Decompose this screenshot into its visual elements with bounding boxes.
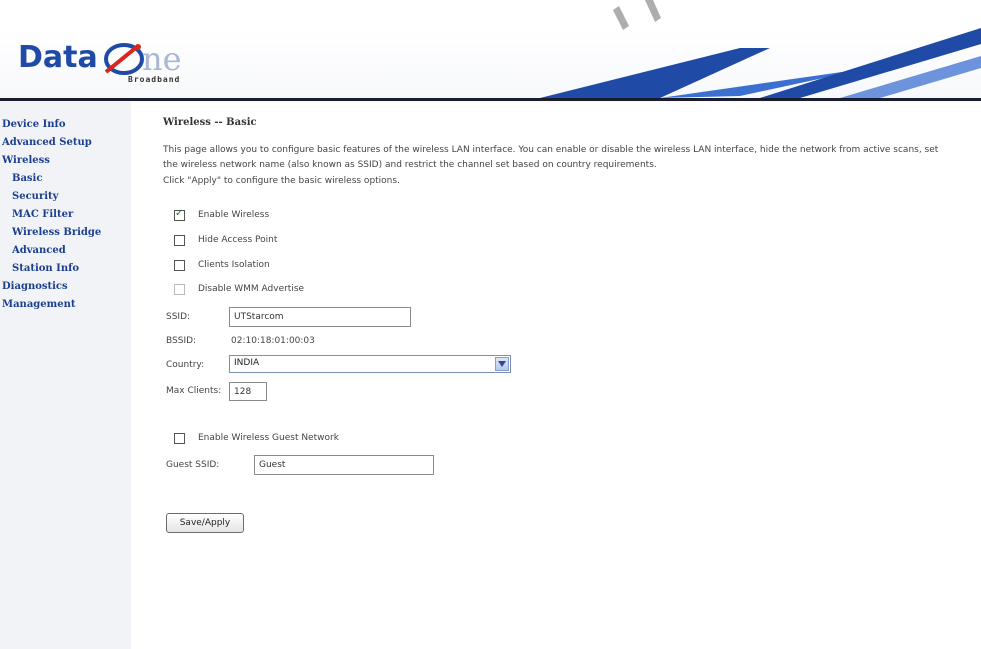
- save-apply-button[interactable]: Save/Apply: [166, 513, 244, 533]
- sidebar-item-security[interactable]: Security: [12, 191, 58, 202]
- description-line-1: This page allows you to configure basic …: [163, 145, 939, 155]
- enable-guest-network-label: Enable Wireless Guest Network: [198, 433, 339, 443]
- enable-wireless-label: Enable Wireless: [198, 210, 270, 220]
- sidebar-item-management[interactable]: Management: [2, 299, 76, 310]
- page-title: Wireless -- Basic: [163, 117, 257, 128]
- sidebar-item-wireless[interactable]: Wireless: [2, 155, 50, 166]
- checkmark-icon: ✓: [175, 208, 184, 219]
- description-line-3: Click "Apply" to configure the basic wir…: [163, 176, 400, 186]
- sidebar-item-diagnostics[interactable]: Diagnostics: [2, 281, 68, 292]
- logo-tagline: Broadband: [128, 75, 181, 84]
- hide-access-point-checkbox[interactable]: [174, 235, 185, 246]
- sidebar-item-advanced-setup[interactable]: Advanced Setup: [2, 137, 92, 148]
- sidebar-item-basic[interactable]: Basic: [12, 173, 42, 184]
- sidebar-item-device-info[interactable]: Device Info: [2, 119, 66, 130]
- enable-guest-network-checkbox[interactable]: [174, 433, 185, 444]
- country-label: Country:: [166, 360, 205, 370]
- bssid-value: 02:10:18:01:00:03: [231, 336, 315, 346]
- disable-wmm-advertise-label: Disable WMM Advertise: [198, 284, 305, 294]
- logo-text-data: Data: [18, 40, 98, 75]
- clients-isolation-label: Clients Isolation: [198, 260, 270, 270]
- enable-wireless-checkbox[interactable]: ✓: [174, 208, 185, 221]
- header-divider: [0, 98, 981, 101]
- logo-swoosh-icon: [104, 43, 144, 75]
- description-line-2: the wireless network name (also known as…: [163, 160, 657, 170]
- disable-wmm-advertise-checkbox: [174, 284, 185, 295]
- country-selected-value: INDIA: [234, 358, 260, 368]
- guest-ssid-input[interactable]: [254, 455, 434, 475]
- country-select[interactable]: INDIA: [229, 355, 511, 373]
- clients-isolation-checkbox[interactable]: [174, 260, 185, 271]
- sidebar-item-wireless-bridge[interactable]: Wireless Bridge: [12, 227, 101, 238]
- max-clients-label: Max Clients:: [166, 386, 222, 396]
- bssid-label: BSSID:: [166, 336, 197, 346]
- ssid-input[interactable]: [229, 307, 411, 327]
- max-clients-input[interactable]: [229, 382, 267, 401]
- ssid-label: SSID:: [166, 312, 191, 322]
- hide-access-point-label: Hide Access Point: [198, 235, 278, 245]
- guest-ssid-label: Guest SSID:: [166, 460, 220, 470]
- sidebar-item-advanced[interactable]: Advanced: [12, 245, 66, 256]
- sidebar-item-mac-filter[interactable]: MAC Filter: [12, 209, 73, 220]
- chevron-down-icon[interactable]: [495, 357, 509, 371]
- header-swoosh-graphic: [540, 28, 981, 98]
- logo-text-one: ne: [142, 40, 182, 78]
- sidebar-item-station-info[interactable]: Station Info: [12, 263, 79, 274]
